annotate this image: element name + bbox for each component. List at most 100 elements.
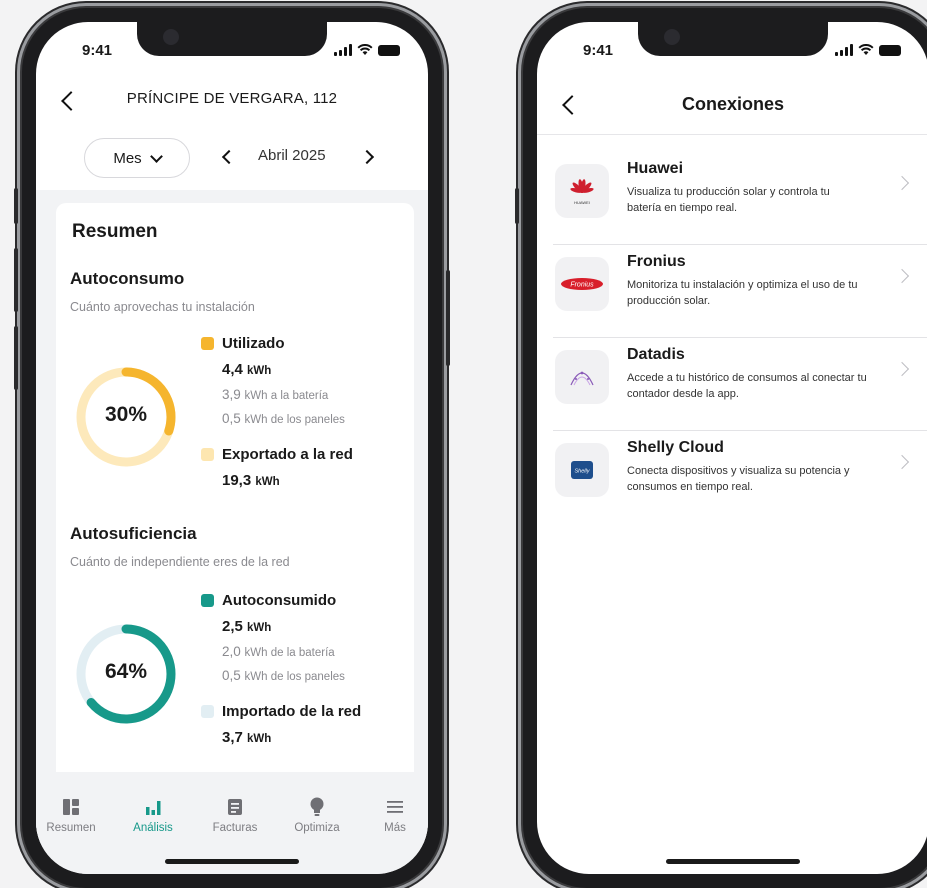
panels-text: kWh de los paneles: [244, 671, 345, 683]
next-month-button[interactable]: [359, 149, 375, 165]
importado-swatch: [201, 705, 214, 718]
battery-icon: [378, 44, 400, 56]
autoconsumo-title: Autoconsumo: [70, 269, 185, 288]
summary-title: Resumen: [72, 221, 158, 242]
autoconsumido-value: 2,5: [222, 618, 243, 635]
tab-optimiza[interactable]: Optimiza: [284, 797, 350, 834]
phone-side-button: [446, 270, 450, 366]
fronius-logo-icon: Fronius: [561, 278, 603, 290]
phone-side-button: [14, 326, 18, 390]
tab-label: Análisis: [133, 822, 173, 834]
battery-value: 3,9: [222, 387, 241, 402]
connections-header: Conexiones: [537, 92, 927, 135]
shelly-logo-icon: Shelly: [571, 461, 593, 479]
address-title: PRÍNCIPE DE VERGARA, 112: [126, 90, 338, 107]
connection-description: Accede a tu histórico de consumos al con…: [627, 372, 867, 400]
previous-month-button[interactable]: [221, 149, 237, 165]
home-indicator[interactable]: [165, 859, 299, 864]
connection-description: Conecta dispositivos y visualiza su pote…: [627, 465, 850, 493]
connection-description: Visualiza tu producción solar y controla…: [627, 186, 830, 214]
autosuficiencia-donut: 64%: [74, 622, 178, 726]
connection-name: Fronius: [627, 253, 686, 270]
connection-description: Monitoriza tu instalación y optimiza el …: [627, 279, 858, 307]
autoconsumo-subtitle: Cuánto aprovechas tu instalación: [70, 300, 255, 314]
dashboard-icon: [63, 799, 79, 815]
importado-label: Importado de la red: [222, 703, 362, 720]
chevron-right-icon: [894, 454, 910, 470]
period-label: Mes: [113, 149, 142, 167]
huawei-logo-text: HUAWEI: [574, 200, 590, 205]
exportado-unit: kWh: [255, 476, 280, 488]
chevron-down-icon: [149, 149, 163, 163]
panels-value: 0,5: [222, 668, 241, 683]
autoconsumido-label: Autoconsumido: [222, 592, 337, 609]
utilizado-value: 4,4: [222, 361, 243, 378]
wifi-icon: [357, 44, 373, 55]
camera: [664, 29, 680, 45]
tab-resumen[interactable]: Resumen: [38, 798, 104, 834]
bottom-tab-bar: Resumen Análisis Facturas Optimiza Más: [36, 772, 428, 844]
shelly-logo: Shelly: [555, 443, 609, 497]
connection-name: Shelly Cloud: [627, 439, 724, 456]
cellular-signal-icon: [334, 44, 352, 56]
tab-label: Resumen: [46, 822, 96, 834]
invoice-icon: [228, 799, 242, 815]
phone-side-button: [14, 248, 18, 312]
autoconsumo-legend: Utilizado 4,4 kWh 3,9 kWh a la batería 0…: [201, 335, 353, 489]
tab-label: Más: [384, 822, 406, 834]
huawei-logo: HUAWEI: [555, 164, 609, 218]
connection-item-fronius[interactable]: Fronius Fronius Monitoriza tu instalació…: [553, 245, 927, 338]
chevron-right-icon: [894, 361, 910, 377]
datadis-logo: [555, 350, 609, 404]
home-indicator[interactable]: [666, 859, 800, 864]
status-time: 9:41: [583, 42, 614, 59]
cellular-signal-icon: [835, 44, 853, 56]
notch: [137, 22, 327, 56]
tab-facturas[interactable]: Facturas: [202, 798, 268, 834]
panels-text: kWh de los paneles: [244, 414, 345, 426]
panels-value: 0,5: [222, 411, 241, 426]
autosuficiencia-percent: 64%: [104, 660, 148, 683]
datadis-logo-icon: [570, 371, 594, 386]
tab-mas[interactable]: Más: [362, 798, 428, 834]
connections-list: HUAWEI Huawei Visualiza tu producción so…: [553, 152, 927, 523]
autoconsumo-percent: 30%: [104, 403, 148, 426]
tab-label: Optimiza: [294, 822, 340, 834]
battery-icon: [879, 44, 901, 56]
bar-chart-icon: [146, 801, 161, 815]
utilizado-label: Utilizado: [222, 335, 285, 352]
exportado-swatch: [201, 448, 214, 461]
importado-unit: kWh: [247, 733, 272, 745]
utilizado-swatch: [201, 337, 214, 350]
phone-frame-left: 9:41 PRÍNCIPE DE VERGARA, 112 Mes Abril …: [14, 8, 450, 888]
connections-title: Conexiones: [681, 94, 785, 114]
huawei-logo-icon: HUAWEI: [570, 179, 594, 205]
shelly-logo-text: Shelly: [575, 469, 591, 475]
phone-side-button: [515, 188, 519, 224]
screen-analysis: 9:41 PRÍNCIPE DE VERGARA, 112 Mes Abril …: [36, 22, 428, 874]
notch: [638, 22, 828, 56]
period-dropdown[interactable]: Mes: [84, 138, 190, 178]
month-label: Abril 2025: [258, 147, 326, 164]
autoconsumo-donut: 30%: [74, 365, 178, 469]
autosuficiencia-legend: Autoconsumido 2,5 kWh 2,0 kWh de la bate…: [201, 592, 361, 746]
menu-icon: [387, 801, 403, 813]
autosuficiencia-title: Autosuficiencia: [70, 524, 197, 543]
chevron-right-icon: [894, 175, 910, 191]
tab-analisis[interactable]: Análisis: [120, 798, 186, 834]
connection-item-shelly-cloud[interactable]: Shelly Shelly Cloud Conecta dispositivos…: [553, 431, 927, 523]
connection-name: Datadis: [627, 346, 685, 363]
connection-item-huawei[interactable]: HUAWEI Huawei Visualiza tu producción so…: [553, 152, 927, 245]
tab-label: Facturas: [212, 822, 258, 834]
connection-item-datadis[interactable]: Datadis Accede a tu histórico de consumo…: [553, 338, 927, 431]
utilizado-unit: kWh: [247, 365, 272, 377]
screen-connections: 9:41 Conexiones HUAWEI Huawei Visualiza …: [537, 22, 927, 874]
summary-card: Resumen Autoconsumo Cuánto aprovechas tu…: [56, 203, 414, 783]
battery-text: kWh de la batería: [244, 647, 335, 659]
exportado-label: Exportado a la red: [222, 446, 353, 463]
battery-value: 2,0: [222, 644, 241, 659]
lightbulb-icon: [310, 797, 324, 816]
fronius-logo: Fronius: [555, 257, 609, 311]
camera: [163, 29, 179, 45]
wifi-icon: [858, 44, 874, 55]
